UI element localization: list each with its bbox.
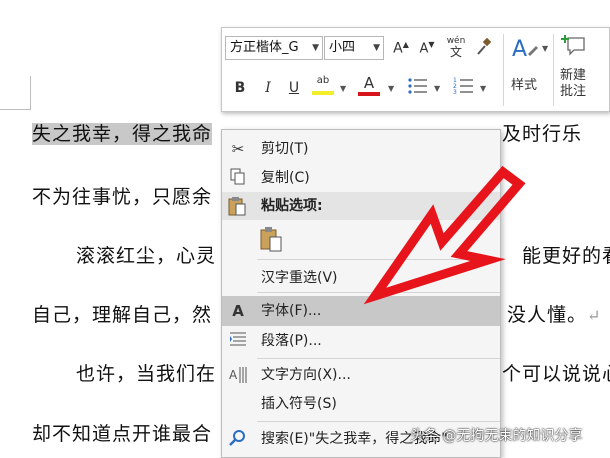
scissors-icon: ✂ <box>231 140 245 158</box>
highlight-color-swatch <box>312 91 334 95</box>
font-color-icon: A <box>363 74 375 92</box>
paragraph-icon <box>228 331 248 351</box>
grow-font-button[interactable]: A▲ <box>392 40 410 57</box>
phonetic-char: 文 <box>449 45 462 59</box>
new-comment-button[interactable] <box>558 34 588 62</box>
font-color-swatch <box>358 92 380 96</box>
copy-icon <box>228 168 248 188</box>
styles-icon: A <box>512 37 538 62</box>
menu-item-insert-symbol[interactable]: 插入符号(S) <box>222 389 500 419</box>
menu-item-copy[interactable]: 复制(C) <box>222 163 500 193</box>
doc-line-4[interactable]: 自己，理解自己，然 没人懂。↵ <box>32 299 600 331</box>
clipboard-icon <box>228 196 246 226</box>
chevron-down-icon[interactable]: ▼ <box>542 44 548 53</box>
doc-line-5-head: 也许，当我们在 <box>76 363 217 385</box>
paste-options-header: 粘贴选项: <box>222 192 500 220</box>
format-painter-button[interactable] <box>474 37 494 60</box>
bold-button[interactable]: B <box>232 80 248 96</box>
menu-item-cut[interactable]: ✂ 剪切(T) <box>222 134 500 164</box>
new-comment-label-1: 新建 <box>559 68 586 83</box>
doc-line-1[interactable]: 失之我幸，得之我命 ，及时行乐 <box>32 118 581 150</box>
styles-button[interactable]: A <box>508 34 542 66</box>
margin-corner-vertical <box>30 76 31 110</box>
paste-keep-text-icon <box>260 227 282 252</box>
doc-line-3[interactable]: 滚滚红尘，心灵 能更好的看 <box>32 240 610 272</box>
mini-toolbar: 方正楷体_G ▼ 小四 ▼ A▲ A▼ wén 文 B I U ab ▼ A ▼ <box>221 27 610 112</box>
font-name-value: 方正楷体_G <box>230 40 299 55</box>
numbered-list-icon: 1 2 3 <box>453 77 473 96</box>
context-menu: ✂ 剪切(T) 复制(C) 粘贴选项: 汉字重选(V) A 字体(F)... 段… <box>221 129 501 458</box>
font-size-value: 小四 <box>329 40 356 55</box>
doc-line-2[interactable]: 不为往事忧，只愿余 <box>32 181 212 213</box>
chevron-down-icon[interactable]: ▼ <box>480 84 486 93</box>
menu-separator <box>257 358 500 359</box>
phonetic-guide-button[interactable]: wén 文 <box>444 36 468 58</box>
svg-text:A: A <box>512 37 527 62</box>
highlight-icon: ab <box>316 75 330 86</box>
doc-line-5[interactable]: 也许，当我们在 个可以说说心 <box>32 358 610 390</box>
bullet-list-icon <box>408 78 427 94</box>
font-color-button[interactable]: A <box>358 74 380 100</box>
chevron-down-icon[interactable]: ▼ <box>434 84 440 93</box>
menu-separator <box>257 421 500 422</box>
numbering-button[interactable]: 1 2 3 <box>452 76 476 100</box>
doc-line-3-tail: 能更好的看 <box>522 245 610 267</box>
format-painter-icon <box>477 37 492 55</box>
menu-item-text-direction[interactable]: A 文字方向(X)... <box>222 360 500 390</box>
underline-button[interactable]: U <box>286 80 302 96</box>
menu-item-paragraph[interactable]: 段落(P)... <box>222 326 500 356</box>
doc-line-6[interactable]: 却不知道点开谁最合 <box>32 418 212 450</box>
menu-separator <box>257 259 500 260</box>
chevron-down-icon[interactable]: ▼ <box>373 37 380 59</box>
chevron-down-icon[interactable]: ▼ <box>388 84 394 93</box>
shrink-font-button[interactable]: A▼ <box>418 40 436 56</box>
bullets-button[interactable] <box>406 76 430 100</box>
font-icon: A <box>232 302 244 320</box>
chevron-down-icon[interactable]: ▼ <box>312 37 319 59</box>
chevron-down-icon[interactable]: ▼ <box>340 84 346 93</box>
doc-line-5-tail: 个可以说说心 <box>502 363 610 385</box>
watermark: 头条 @无拘无束的知识分享 <box>410 428 583 444</box>
menu-separator <box>257 292 500 293</box>
menu-item-reconvert[interactable]: 汉字重选(V) <box>222 263 500 293</box>
doc-line-4-head: 自己，理解自己，然 <box>32 304 213 326</box>
styles-label: 样式 <box>510 78 537 93</box>
grow-font-icon: A <box>393 40 403 57</box>
doc-line-4-tail: 没人懂。↵ <box>507 304 602 326</box>
svg-text:A: A <box>229 368 238 382</box>
text-direction-icon: A <box>228 365 248 385</box>
margin-corner-horizontal <box>0 109 30 110</box>
doc-line-3-head: 滚滚红尘，心灵 <box>76 245 217 267</box>
new-comment-label: 新建 批注 <box>555 68 591 100</box>
toolbar-divider <box>503 34 504 106</box>
new-comment-label-2: 批注 <box>559 84 586 99</box>
font-size-combo[interactable]: 小四 ▼ <box>324 36 384 60</box>
toolbar-divider <box>553 34 554 106</box>
new-comment-icon <box>561 35 585 56</box>
highlight-button[interactable]: ab <box>312 74 334 100</box>
menu-item-font[interactable]: A 字体(F)... <box>222 296 500 326</box>
selected-text[interactable]: 失之我幸，得之我命 <box>32 123 213 145</box>
paragraph-mark: ↵ <box>587 306 602 325</box>
font-name-combo[interactable]: 方正楷体_G ▼ <box>225 36 323 60</box>
italic-button[interactable]: I <box>260 80 276 96</box>
paste-keep-text-only-button[interactable] <box>259 226 285 254</box>
svg-text:3: 3 <box>453 89 457 96</box>
search-icon <box>228 429 248 449</box>
